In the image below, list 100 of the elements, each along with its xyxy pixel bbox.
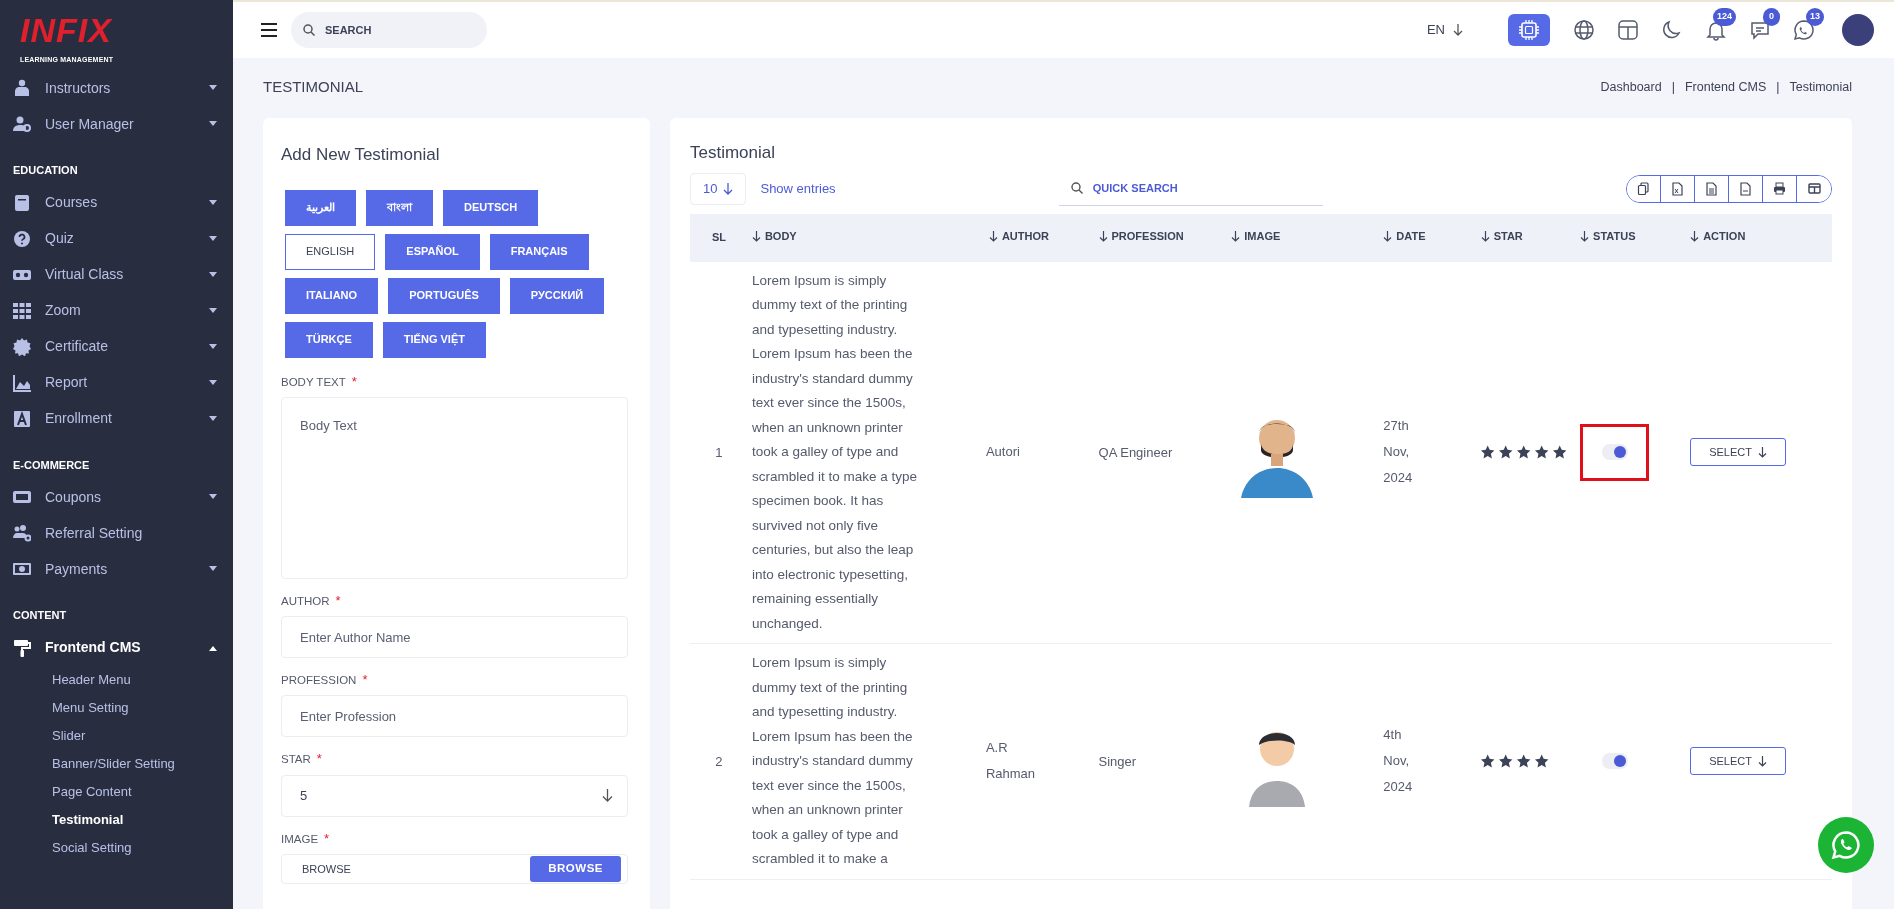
users-gear-icon bbox=[13, 524, 31, 542]
star-select[interactable]: 5 bbox=[281, 774, 628, 817]
arrow-down-icon bbox=[723, 182, 734, 195]
copy-export-button[interactable] bbox=[1627, 175, 1661, 202]
column-header[interactable]: BODY bbox=[751, 228, 797, 245]
field-label: AUTHOR bbox=[281, 593, 330, 609]
sort-arrow-icon bbox=[751, 231, 761, 243]
sidebar-item[interactable]: Payments bbox=[0, 551, 233, 587]
chat-button[interactable]: 0 bbox=[1740, 10, 1780, 50]
chat-icon bbox=[1749, 19, 1771, 41]
search-input[interactable]: SEARCH bbox=[323, 20, 473, 40]
language-tab[interactable]: TIẾNG VIỆT bbox=[382, 321, 486, 358]
profession-text: QA Engineer bbox=[1098, 444, 1173, 460]
status-toggle[interactable] bbox=[1601, 753, 1628, 770]
paint-roller-icon bbox=[13, 638, 31, 657]
ai-button[interactable] bbox=[1508, 14, 1550, 46]
sidebar-subitem[interactable]: Testimonial bbox=[0, 805, 233, 834]
logo-wordmark: INFIX bbox=[20, 14, 112, 46]
sidebar-item[interactable]: Certificate bbox=[0, 328, 233, 365]
profession-text: Singer bbox=[1098, 753, 1137, 769]
sidebar-subitem[interactable]: Menu Setting bbox=[0, 693, 233, 722]
column-header[interactable]: ACTION bbox=[1690, 228, 1746, 245]
breadcrumb-link[interactable]: Testimonial bbox=[1789, 79, 1852, 94]
column-header[interactable]: AUTHOR bbox=[988, 228, 1049, 245]
language-tab[interactable]: PORTUGUÊS bbox=[388, 277, 500, 314]
seal-icon bbox=[13, 337, 31, 356]
row-number: 2 bbox=[715, 753, 723, 769]
column-header[interactable]: IMAGE bbox=[1231, 228, 1281, 245]
sidebar-subitem[interactable]: Page Content bbox=[0, 777, 233, 806]
language-tab[interactable]: العربية bbox=[285, 189, 356, 226]
profile-avatar[interactable] bbox=[1842, 14, 1874, 46]
select-button[interactable]: SELECT bbox=[1690, 438, 1786, 467]
section-heading: EDUCATION bbox=[12, 163, 79, 178]
sidebar-subitem[interactable]: Social Setting bbox=[0, 833, 233, 862]
sidebar-subitem[interactable]: Slider bbox=[0, 721, 233, 750]
sidebar-item[interactable]: User Manager bbox=[0, 106, 233, 142]
document-icon bbox=[1705, 181, 1718, 196]
language-tab[interactable]: РУССКИЙ bbox=[509, 277, 605, 314]
page-size-select[interactable]: 10 bbox=[690, 172, 747, 205]
sidebar-item[interactable]: Instructors bbox=[0, 70, 233, 106]
body-text: Lorem Ipsum is simply dummy text of the printing and typesetting industry. Lorem Ipsum has been the industry's standard dummy text ever since the 1500s, when an unknown printer took a galley of type and scrambled it to make a type specimen book. It has survived not only five centuries, but also the leap into electronic typesetting, remaining essentially unchanged. bbox=[751, 271, 918, 633]
status-toggle[interactable] bbox=[1601, 444, 1628, 461]
breadcrumb-link[interactable]: Dashboard bbox=[1600, 79, 1662, 94]
columns-icon bbox=[1807, 181, 1821, 196]
book-icon bbox=[13, 193, 31, 212]
field-label: IMAGE bbox=[281, 831, 319, 847]
file-upload-field[interactable]: BROWSE BROWSE bbox=[281, 853, 628, 884]
body-text-field[interactable]: Body Text bbox=[281, 396, 628, 579]
search-icon bbox=[1070, 182, 1083, 194]
chat-float-button[interactable] bbox=[1818, 817, 1874, 873]
sidebar-item[interactable]: Report bbox=[0, 364, 233, 401]
sort-arrow-icon bbox=[1098, 231, 1108, 243]
sidebar-item[interactable]: Enrollment bbox=[0, 400, 233, 437]
sidebar-item[interactable]: Frontend CMS bbox=[0, 629, 233, 666]
breadcrumb-link[interactable]: Frontend CMS bbox=[1684, 79, 1767, 94]
page-title: TESTIMONIAL bbox=[263, 76, 363, 97]
sidebar-item[interactable]: Virtual Class bbox=[0, 256, 233, 293]
language-tab[interactable]: FRANÇAIS bbox=[489, 233, 589, 270]
sidebar-subitem[interactable]: Header Menu bbox=[0, 665, 233, 694]
breadcrumb-separator: | bbox=[1671, 79, 1675, 94]
text-field[interactable]: Enter Profession bbox=[281, 695, 628, 738]
date-text: 4th Nov, 2024 bbox=[1383, 726, 1414, 797]
sort-arrow-icon bbox=[988, 231, 998, 243]
language-tab[interactable]: DEUTSCH bbox=[443, 189, 539, 226]
required-marker: * bbox=[316, 751, 322, 767]
field-label: STAR bbox=[281, 752, 311, 768]
phone-bubble-button[interactable]: 13 bbox=[1784, 10, 1824, 50]
menu-icon bbox=[261, 23, 277, 37]
sidebar-item[interactable]: Coupons bbox=[0, 479, 233, 515]
column-header[interactable]: DATE bbox=[1383, 228, 1426, 245]
browse-button[interactable]: BROWSE bbox=[530, 855, 621, 882]
language-tab[interactable]: ENGLISH bbox=[285, 233, 376, 270]
select-button[interactable]: SELECT bbox=[1690, 747, 1786, 776]
card-title: Testimonial bbox=[690, 142, 776, 164]
language-tab[interactable]: ESPAÑOL bbox=[385, 233, 480, 270]
required-marker: * bbox=[351, 373, 357, 389]
text-field[interactable]: Enter Author Name bbox=[281, 616, 628, 658]
sidebar-item[interactable]: Courses bbox=[0, 184, 233, 221]
language-tab[interactable]: TÜRKÇE bbox=[285, 321, 373, 358]
column-header[interactable]: SL bbox=[711, 229, 726, 246]
language-selector[interactable]: EN bbox=[1425, 19, 1464, 41]
globe-icon bbox=[1573, 19, 1595, 41]
spreadsheet-icon bbox=[1671, 181, 1684, 196]
sidebar-item[interactable]: Zoom bbox=[0, 292, 233, 329]
ticket-icon bbox=[13, 488, 31, 506]
sidebar-item[interactable]: Quiz bbox=[0, 220, 233, 257]
language-tab[interactable]: ITALIANO bbox=[285, 277, 379, 314]
sort-arrow-icon bbox=[1480, 231, 1490, 243]
sidebar-subitem[interactable]: Banner/Slider Setting bbox=[0, 749, 233, 778]
question-icon bbox=[13, 229, 31, 248]
search-field[interactable]: SEARCH bbox=[291, 12, 487, 48]
language-tab[interactable]: বাংলা bbox=[366, 189, 433, 226]
column-header[interactable]: STAR bbox=[1480, 228, 1523, 245]
sidebar-item[interactable]: Referral Setting bbox=[0, 515, 233, 551]
area-chart-icon bbox=[13, 373, 31, 392]
quick-search-field[interactable]: QUICK SEARCH bbox=[1058, 171, 1323, 206]
bell-button[interactable]: 124 bbox=[1696, 10, 1736, 50]
column-header[interactable]: STATUS bbox=[1580, 228, 1636, 245]
breadcrumb-separator: | bbox=[1776, 79, 1780, 94]
author-name: A.R Rahman bbox=[985, 739, 1037, 784]
